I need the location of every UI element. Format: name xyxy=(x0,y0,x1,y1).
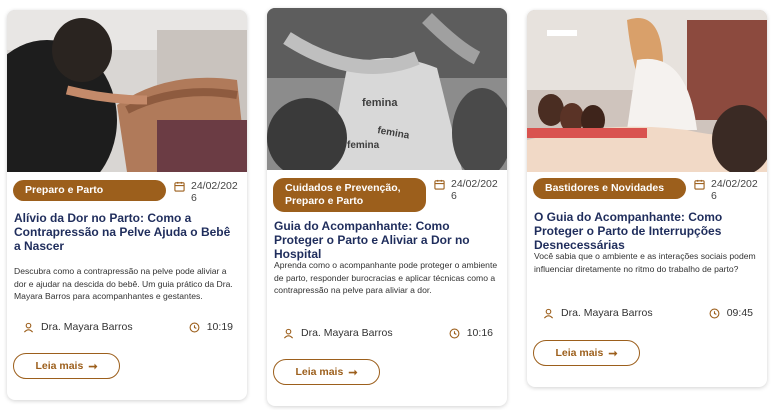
category-badge[interactable]: Cuidados e Prevenção, Preparo e Parto xyxy=(273,178,426,212)
card-footer: Dra. Mayara Barros 10:19 xyxy=(23,321,233,333)
calendar-icon xyxy=(694,179,705,190)
card-footer: Dra. Mayara Barros 09:45 xyxy=(543,307,753,319)
author: Dra. Mayara Barros xyxy=(283,327,393,339)
card-footer: Dra. Mayara Barros 10:16 xyxy=(283,327,493,339)
card-title[interactable]: O Guia do Acompanhante: Como Proteger o … xyxy=(534,210,759,252)
calendar-icon xyxy=(174,181,185,192)
read-more-button[interactable]: Leia mais ➞ xyxy=(533,340,640,366)
blog-card: Preparo e Parto 24/02/202 6 Alívio da Dor… xyxy=(7,10,247,400)
user-icon xyxy=(543,308,554,318)
user-icon xyxy=(23,322,34,332)
user-icon xyxy=(283,328,294,338)
time-value: 09:45 xyxy=(726,307,753,319)
category-badge[interactable]: Preparo e Parto xyxy=(13,180,166,201)
read-more-button[interactable]: Leia mais ➞ xyxy=(13,353,120,379)
card-description: Você sabia que o ambiente e as interaçõe… xyxy=(534,251,756,274)
card-image[interactable] xyxy=(527,10,767,172)
post-date: 24/02/202 6 xyxy=(434,178,498,202)
card-image-text: femina xyxy=(347,140,380,151)
post-date: 24/02/202 6 xyxy=(694,178,758,202)
category-badge[interactable]: Bastidores e Novidades xyxy=(533,178,686,199)
time-value: 10:19 xyxy=(206,321,233,333)
post-date: 24/02/202 6 xyxy=(174,180,238,204)
card-title[interactable]: Alívio da Dor no Parto: Como a Contrapre… xyxy=(14,211,239,253)
author-name: Dra. Mayara Barros xyxy=(41,321,133,333)
clock-icon xyxy=(189,322,200,332)
time-value: 10:16 xyxy=(466,327,493,339)
card-title[interactable]: Guia do Acompanhante: Como Proteger o Pa… xyxy=(274,219,499,261)
card-image[interactable]: femina femina femina xyxy=(267,8,507,170)
read-more-label: Leia mais xyxy=(555,347,604,359)
post-time: 10:19 xyxy=(189,321,233,333)
blog-card: femina femina femina Cuidados e Prevençã… xyxy=(267,8,507,406)
post-time: 09:45 xyxy=(709,307,753,319)
date-line-1: 24/02/202 xyxy=(451,178,498,190)
calendar-icon xyxy=(434,179,445,190)
date-line-1: 24/02/202 xyxy=(711,178,758,190)
card-description: Aprenda como o acompanhante pode protege… xyxy=(274,260,498,295)
arrow-right-icon: ➞ xyxy=(348,366,358,379)
read-more-label: Leia mais xyxy=(35,360,84,372)
date-line-2: 6 xyxy=(711,190,717,202)
author: Dra. Mayara Barros xyxy=(543,307,653,319)
author-name: Dra. Mayara Barros xyxy=(561,307,653,319)
arrow-right-icon: ➞ xyxy=(88,360,98,373)
read-more-button[interactable]: Leia mais ➞ xyxy=(273,359,380,385)
date-line-2: 6 xyxy=(451,190,457,202)
blog-card-grid: Preparo e Parto 24/02/202 6 Alívio da Dor… xyxy=(0,0,777,410)
arrow-right-icon: ➞ xyxy=(608,347,618,360)
card-image-text: femina xyxy=(362,97,398,109)
author-name: Dra. Mayara Barros xyxy=(301,327,393,339)
clock-icon xyxy=(709,308,720,318)
card-description: Descubra como a contrapressão na pelve p… xyxy=(14,266,233,301)
date-line-2: 6 xyxy=(191,192,197,204)
post-time: 10:16 xyxy=(449,327,493,339)
author: Dra. Mayara Barros xyxy=(23,321,133,333)
card-image[interactable] xyxy=(7,10,247,172)
read-more-label: Leia mais xyxy=(295,366,344,378)
clock-icon xyxy=(449,328,460,338)
blog-card: Bastidores e Novidades 24/02/202 6 O Guia… xyxy=(527,10,767,387)
date-line-1: 24/02/202 xyxy=(191,180,238,192)
